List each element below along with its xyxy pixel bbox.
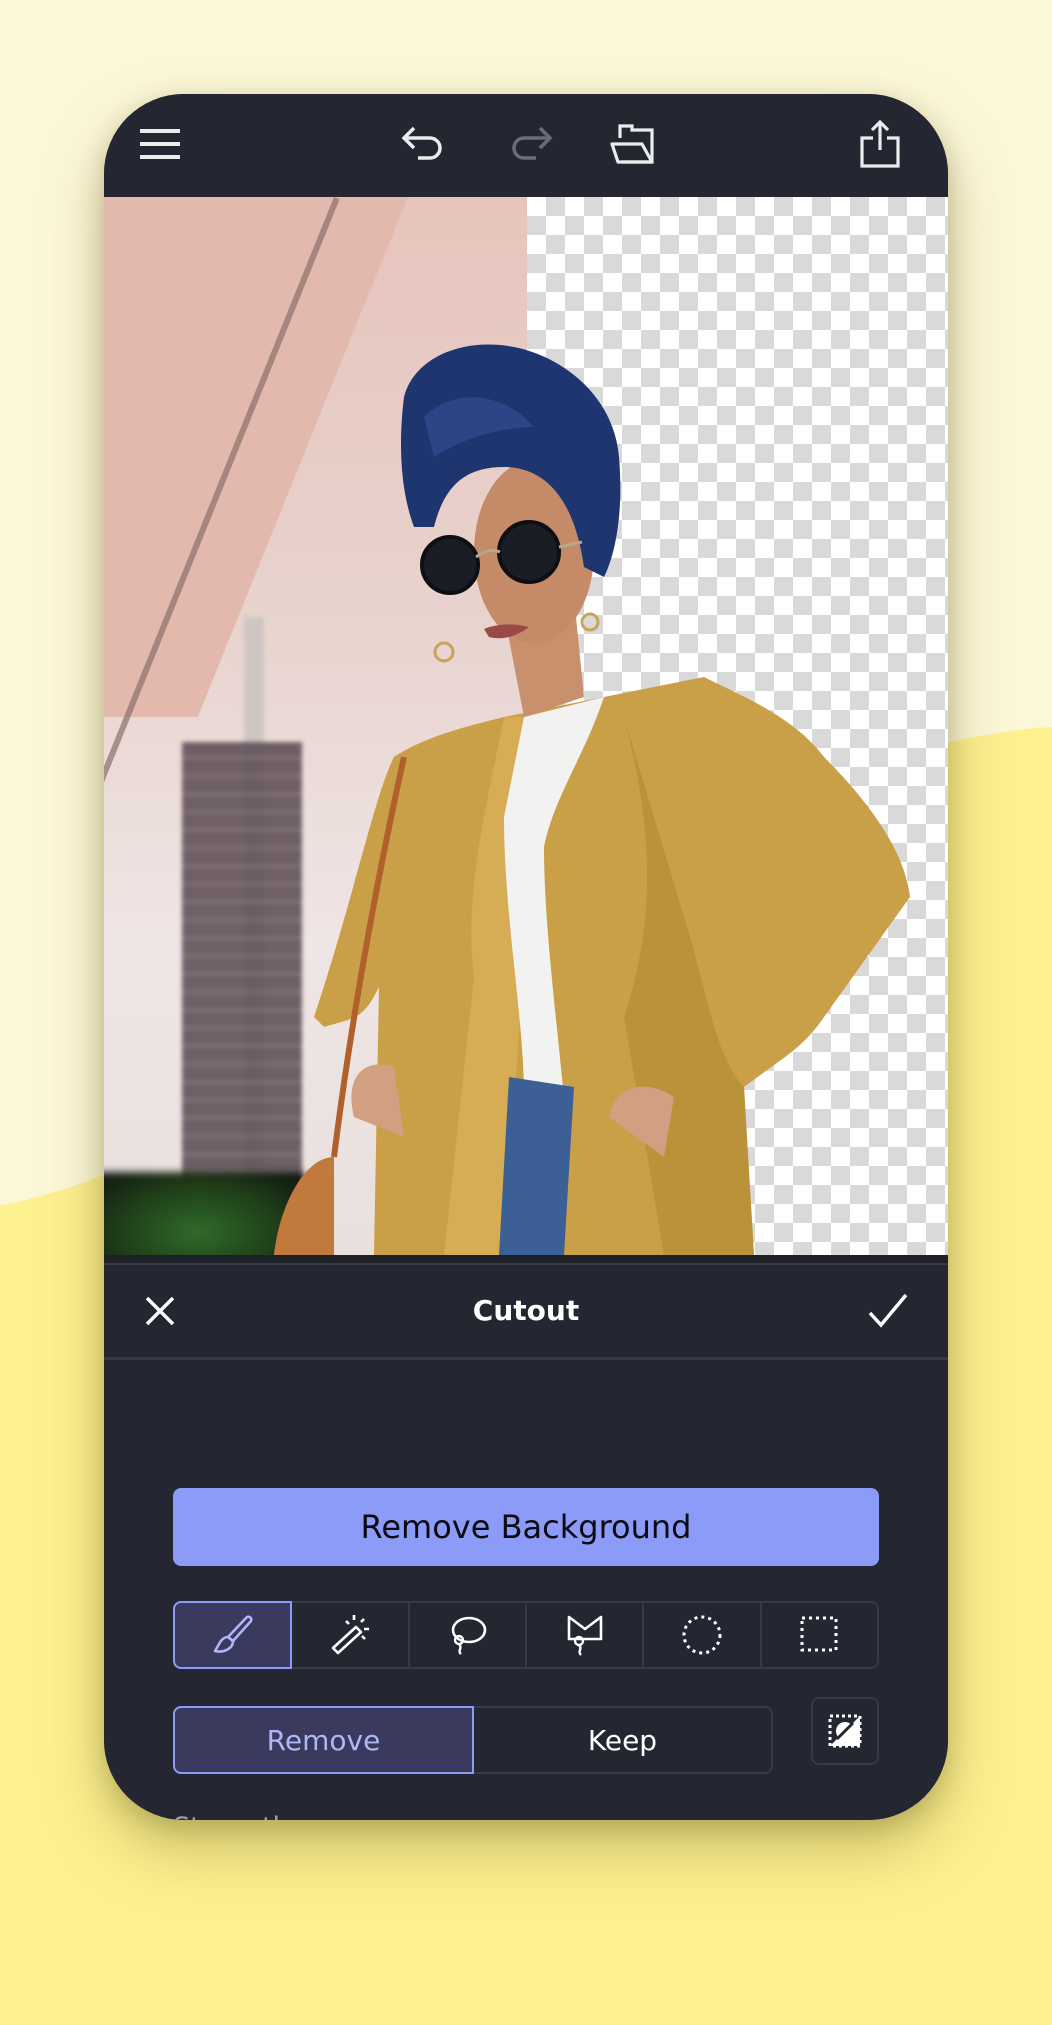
- tool-ellipse-select[interactable]: [644, 1603, 762, 1667]
- canvas-divider: [104, 1255, 948, 1265]
- phone-frame: Cutout Remove Background Remove Keep: [104, 94, 948, 1820]
- earring-right: [580, 612, 600, 632]
- share-button[interactable]: [852, 112, 908, 176]
- rect-select-icon: [800, 1616, 838, 1652]
- magic-wand-icon: [331, 1615, 369, 1655]
- jeans: [499, 1077, 574, 1255]
- undo-icon: [401, 126, 442, 160]
- tool-rect-select[interactable]: [762, 1603, 877, 1667]
- tool-brush[interactable]: [173, 1601, 293, 1669]
- checkmark-icon: [868, 1293, 908, 1328]
- image-canvas[interactable]: [104, 197, 948, 1255]
- sunglasses-right-lens: [497, 520, 561, 584]
- invert-selection-button[interactable]: [811, 1697, 879, 1765]
- mode-remove-label: Remove: [266, 1723, 381, 1757]
- invert-selection-icon: [828, 1714, 862, 1748]
- open-folder-icon: [610, 124, 654, 164]
- brush-icon: [213, 1615, 253, 1653]
- tool-lasso[interactable]: [410, 1603, 527, 1667]
- menu-button[interactable]: [134, 118, 186, 170]
- cutout-panel: Cutout Remove Background Remove Keep: [104, 1265, 948, 1820]
- share-icon: [860, 120, 900, 168]
- polygon-lasso-icon: [567, 1615, 602, 1656]
- open-button[interactable]: [606, 116, 662, 172]
- remove-background-button[interactable]: Remove Background: [173, 1488, 879, 1566]
- panel-title: Cutout: [472, 1294, 580, 1327]
- sunglasses-left-lens: [420, 535, 480, 595]
- panel-header: Cutout: [104, 1265, 948, 1360]
- earring-left: [433, 641, 455, 663]
- mode-keep-button[interactable]: Keep: [474, 1708, 771, 1772]
- subject-cutout: [274, 344, 910, 1255]
- undo-button[interactable]: [396, 116, 452, 172]
- ellipse-select-icon: [682, 1615, 722, 1655]
- menu-icon: [140, 129, 180, 159]
- confirm-button[interactable]: [860, 1283, 916, 1339]
- bag: [274, 1157, 334, 1255]
- mode-remove-button[interactable]: Remove: [173, 1706, 474, 1774]
- mode-toggle: Remove Keep: [173, 1706, 773, 1774]
- selection-tools: [173, 1601, 879, 1669]
- remove-background-label: Remove Background: [360, 1508, 692, 1546]
- tool-polygon-lasso[interactable]: [527, 1603, 645, 1667]
- lasso-icon: [452, 1616, 487, 1655]
- redo-button[interactable]: [502, 116, 558, 172]
- tool-magic-wand[interactable]: [292, 1603, 410, 1667]
- redo-icon: [512, 126, 553, 160]
- strength-label: Strength: [173, 1812, 290, 1820]
- mode-keep-label: Keep: [587, 1723, 658, 1757]
- top-toolbar: [104, 94, 948, 197]
